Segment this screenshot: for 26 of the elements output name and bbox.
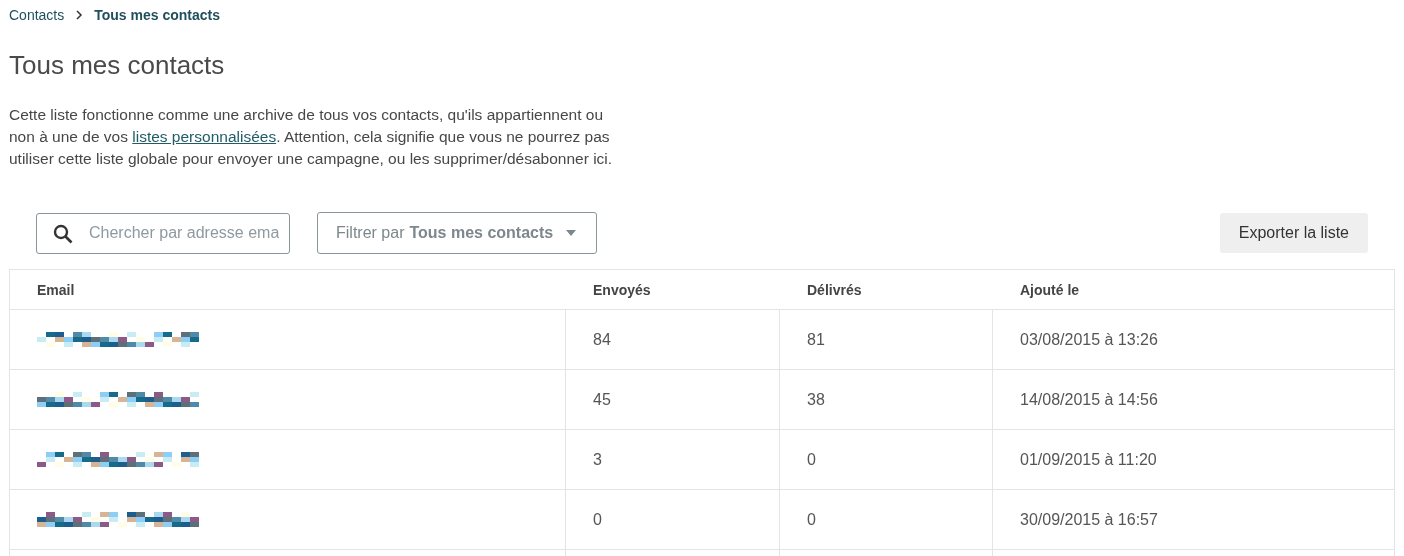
- table-cell: 38: [780, 370, 993, 429]
- table-cell: 0: [780, 430, 993, 489]
- search-field[interactable]: Chercher par adresse ema: [36, 212, 290, 254]
- search-icon: [53, 223, 73, 244]
- column-header: Délivrés: [806, 280, 863, 300]
- table-cell: 84: [566, 310, 780, 369]
- table-cell-text: 03/08/2015 à 13:26: [1019, 329, 1159, 350]
- description-text: Cette liste fonctionne comme une archive de tous vos contacts, qu'ils appartiennent ou non à une de vos listes personnalisées. Attention, cela signifie que vous ne pourrez pas utiliser cette liste globale pour envoyer une campagne, ou les supprimer/désabonner ici.: [9, 105, 614, 169]
- table-cell: 0: [566, 490, 780, 549]
- column-header: Email: [36, 280, 76, 300]
- chevron-right-icon: [74, 10, 85, 20]
- table-cell-text: 14/08/2015 à 14:56: [1019, 389, 1159, 410]
- table-cell: 81: [780, 310, 993, 369]
- breadcrumb-link[interactable]: Contacts: [9, 7, 65, 23]
- caret-down-icon: [564, 229, 579, 237]
- table-cell: 0: [780, 490, 993, 549]
- table-cell: 45: [566, 370, 780, 429]
- filter-dropdown[interactable]: Filtrer par Tous mes contacts: [317, 212, 598, 254]
- page-title: Tous mes contacts: [9, 49, 226, 82]
- export-list-button[interactable]: Exporter la liste: [1219, 213, 1368, 253]
- breadcrumb-link[interactable]: Tous mes contacts: [94, 7, 221, 23]
- table-cell: 3: [566, 430, 780, 489]
- table-cell-text: 01/09/2015 à 11:20: [1019, 449, 1158, 470]
- table-cell-text: 30/09/2015 à 16:57: [1019, 509, 1159, 530]
- column-header: Envoyés: [592, 280, 652, 300]
- column-header: Ajouté le: [1019, 280, 1081, 300]
